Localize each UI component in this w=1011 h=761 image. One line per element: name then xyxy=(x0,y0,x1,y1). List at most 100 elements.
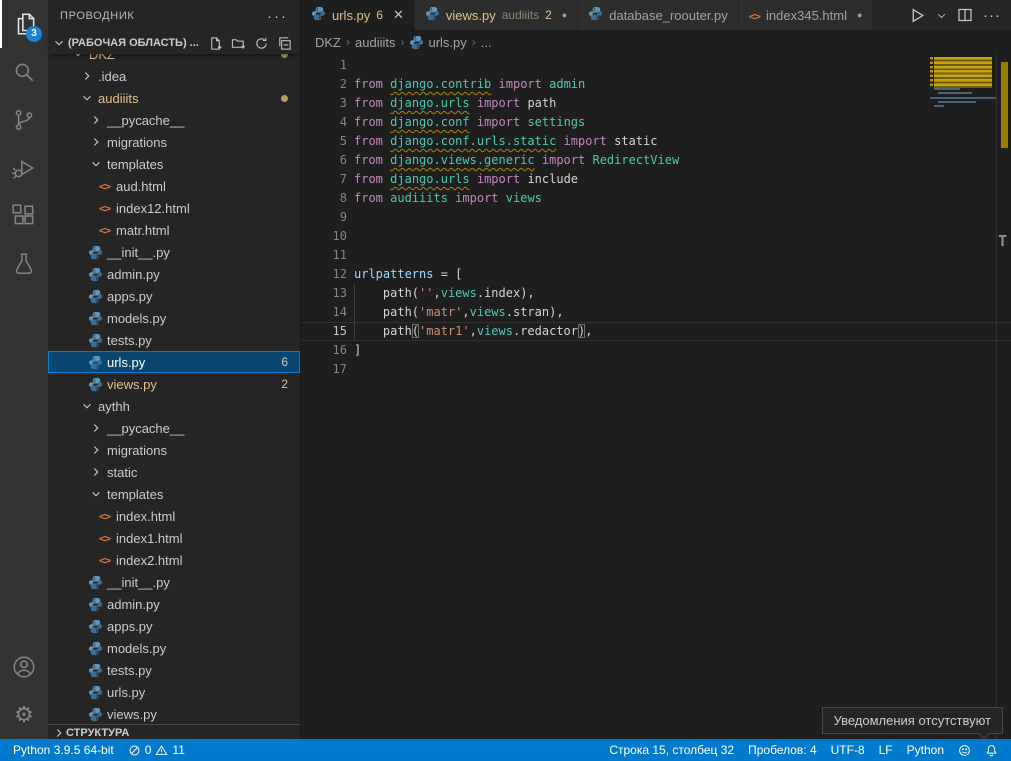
code-line-5[interactable]: 5from django.conf.urls.static import sta… xyxy=(301,132,1011,151)
tree-item-index.html[interactable]: <>index.html xyxy=(48,505,300,527)
tree-item-views.py[interactable]: views.py xyxy=(48,703,300,724)
html-icon: <> xyxy=(99,510,110,523)
breadcrumb-item-audiiits[interactable]: audiiits xyxy=(355,35,395,50)
tree-item-index2.html[interactable]: <>index2.html xyxy=(48,549,300,571)
code-line-17[interactable]: 17 xyxy=(301,360,1011,379)
tree-item-urls.py[interactable]: urls.py6 xyxy=(48,351,300,373)
collapse-all-icon[interactable] xyxy=(277,36,292,51)
activity-extensions[interactable] xyxy=(0,192,48,240)
problems-item[interactable]: 0 11 xyxy=(121,739,192,761)
tree-item-templates[interactable]: templates xyxy=(48,483,300,505)
notifications-bell-item[interactable] xyxy=(978,739,1005,761)
tab-index345.html[interactable]: <>index345.html● xyxy=(739,0,874,30)
code-line-13[interactable]: 13 path('',views.index), xyxy=(301,284,1011,303)
tree-item-migrations[interactable]: migrations xyxy=(48,439,300,461)
code-line-15[interactable]: 15 path('matr1',views.redactor), xyxy=(301,322,1011,341)
tree-item-matr.html[interactable]: <>matr.html xyxy=(48,219,300,241)
tree-item-views.py[interactable]: views.py2 xyxy=(48,373,300,395)
tree-item-__pycache__[interactable]: __pycache__ xyxy=(48,109,300,131)
refresh-icon[interactable] xyxy=(254,36,269,51)
encoding-item[interactable]: UTF-8 xyxy=(824,739,872,761)
explorer-more-icon[interactable]: ··· xyxy=(267,8,288,25)
testing-flask-icon xyxy=(11,251,37,277)
cursor-position-item[interactable]: Строка 15, столбец 32 xyxy=(602,739,741,761)
code-line-8[interactable]: 8from audiiits import views xyxy=(301,189,1011,208)
tab-urls.py[interactable]: urls.py6✕ xyxy=(301,0,415,30)
code-line-9[interactable]: 9 xyxy=(301,208,1011,227)
activity-source-control[interactable] xyxy=(0,96,48,144)
code-line-3[interactable]: 3from django.urls import path xyxy=(301,94,1011,113)
tree-item-models.py[interactable]: models.py xyxy=(48,307,300,329)
indentation-item[interactable]: Пробелов: 4 xyxy=(741,739,824,761)
tree-item-static[interactable]: static xyxy=(48,461,300,483)
code-line-11[interactable]: 11 xyxy=(301,246,1011,265)
code-line-1[interactable]: 1 xyxy=(301,56,1011,75)
code-line-7[interactable]: 7from django.urls import include xyxy=(301,170,1011,189)
minimap[interactable] xyxy=(930,54,996,314)
tree-item-migrations[interactable]: migrations xyxy=(48,131,300,153)
tree-item-models.py[interactable]: models.py xyxy=(48,637,300,659)
python-interpreter-item[interactable]: Python 3.9.5 64-bit xyxy=(6,739,121,761)
editor-more-icon[interactable]: ··· xyxy=(983,7,1001,24)
tree-item-admin.py[interactable]: admin.py xyxy=(48,593,300,615)
activity-run-debug[interactable] xyxy=(0,144,48,192)
tab-database_roouter.py[interactable]: database_roouter.py xyxy=(578,0,739,30)
tree-item-__init__.py[interactable]: __init__.py xyxy=(48,241,300,263)
python-icon xyxy=(88,333,103,348)
activity-settings[interactable]: ⚙ xyxy=(0,691,48,739)
tree-item-urls.py[interactable]: urls.py xyxy=(48,681,300,703)
new-file-icon[interactable] xyxy=(208,36,223,51)
tree-item-apps.py[interactable]: apps.py xyxy=(48,615,300,637)
search-icon xyxy=(11,59,37,85)
tree-item-aythh[interactable]: aythh xyxy=(48,395,300,417)
code-line-12[interactable]: 12urlpatterns = [ xyxy=(301,265,1011,284)
explorer-sidebar: ПРОВОДНИК ··· (РАБОЧАЯ ОБЛАСТЬ) ... DKZ.… xyxy=(48,0,300,739)
run-file-icon[interactable] xyxy=(909,7,926,24)
tree-item-admin.py[interactable]: admin.py xyxy=(48,263,300,285)
breadcrumb-separator: › xyxy=(472,35,476,49)
code-line-16[interactable]: 16] xyxy=(301,341,1011,360)
tree-item-aud.html[interactable]: <>aud.html xyxy=(48,175,300,197)
code-line-10[interactable]: 10 xyxy=(301,227,1011,246)
tree-item-tests.py[interactable]: tests.py xyxy=(48,659,300,681)
activity-explorer[interactable]: 3 xyxy=(0,0,48,48)
tree-item-.idea[interactable]: .idea xyxy=(48,65,300,87)
python-icon xyxy=(88,663,103,678)
tree-item-index12.html[interactable]: <>index12.html xyxy=(48,197,300,219)
line-number: 10 xyxy=(301,227,347,246)
tree-item-__pycache__[interactable]: __pycache__ xyxy=(48,417,300,439)
chevron-down-icon xyxy=(71,54,85,61)
tab-close-icon[interactable]: ✕ xyxy=(393,7,404,23)
breadcrumb: DKZ›audiiits›urls.py›... xyxy=(301,30,1011,54)
code-line-4[interactable]: 4from django.conf import settings xyxy=(301,113,1011,132)
activity-testing[interactable] xyxy=(0,240,48,288)
chevron-down-icon xyxy=(80,399,94,413)
code-line-2[interactable]: 2from django.contrib import admin xyxy=(301,75,1011,94)
language-mode-item[interactable]: Python xyxy=(900,739,951,761)
breadcrumb-item-DKZ[interactable]: DKZ xyxy=(315,35,341,50)
code-line-14[interactable]: 14 path('matr',views.stran), xyxy=(301,303,1011,322)
tree-item-templates[interactable]: templates xyxy=(48,153,300,175)
tree-item-tests.py[interactable]: tests.py xyxy=(48,329,300,351)
code-editor[interactable]: 12from django.contrib import admin3from … xyxy=(301,54,1011,739)
tree-item-apps.py[interactable]: apps.py xyxy=(48,285,300,307)
new-folder-icon[interactable] xyxy=(231,36,246,51)
tree-item-DKZ[interactable]: DKZ xyxy=(48,54,300,65)
html-icon: <> xyxy=(99,180,110,193)
tree-item-audiiits[interactable]: audiiits xyxy=(48,87,300,109)
tree-item-__init__.py[interactable]: __init__.py xyxy=(48,571,300,593)
activity-search[interactable] xyxy=(0,48,48,96)
breadcrumb-item-...[interactable]: ... xyxy=(481,35,492,50)
breadcrumb-item-urls.py[interactable]: urls.py xyxy=(409,35,466,50)
overview-ruler[interactable]: T xyxy=(996,54,1011,739)
activity-account[interactable] xyxy=(0,643,48,691)
workspace-label: (РАБОЧАЯ ОБЛАСТЬ) ... xyxy=(68,37,199,49)
code-line-6[interactable]: 6from django.views.generic import Redire… xyxy=(301,151,1011,170)
feedback-item[interactable] xyxy=(951,739,978,761)
run-dropdown-chevron-icon[interactable] xyxy=(936,10,947,21)
tree-item-index1.html[interactable]: <>index1.html xyxy=(48,527,300,549)
split-editor-icon[interactable] xyxy=(957,7,973,23)
eol-item[interactable]: LF xyxy=(872,739,900,761)
workspace-section-header[interactable]: (РАБОЧАЯ ОБЛАСТЬ) ... xyxy=(48,32,300,54)
tab-views.py[interactable]: views.pyaudiiits2● xyxy=(415,0,578,30)
